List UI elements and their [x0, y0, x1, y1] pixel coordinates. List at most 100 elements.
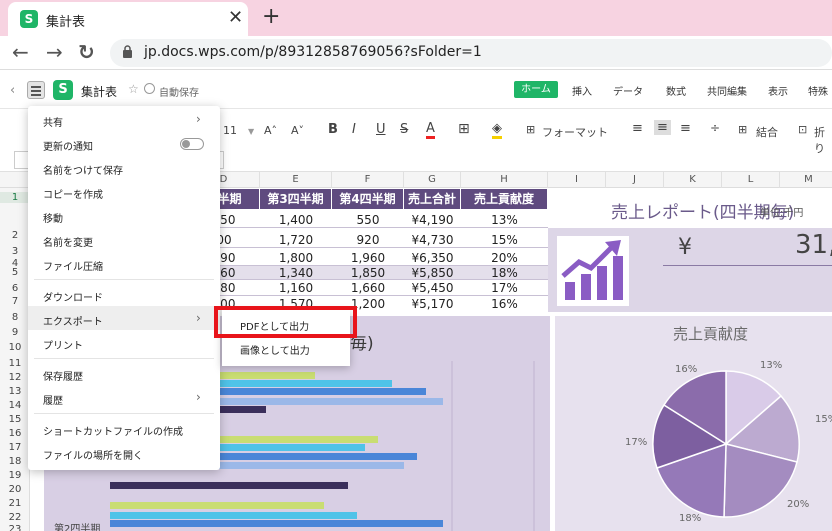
menu-item-save-history[interactable]: 保存履歴	[43, 368, 83, 383]
row-header[interactable]: 5	[0, 267, 30, 278]
row-header[interactable]: 10	[0, 342, 30, 353]
column-header[interactable]: M	[780, 172, 832, 188]
address-bar[interactable]: jp.docs.wps.com/p/89312858769056?sFolder…	[110, 39, 832, 67]
row-header[interactable]: 8	[0, 312, 30, 323]
ribbon-tab-formulas[interactable]: 数式	[666, 83, 686, 98]
table-cell[interactable]: ¥5,170	[404, 296, 461, 310]
fill-color-button[interactable]: ◈	[492, 121, 502, 139]
table-cell[interactable]: 550	[332, 212, 404, 228]
table-cell[interactable]: 1,960	[332, 250, 404, 266]
table-cell[interactable]: 1,160	[260, 280, 332, 296]
row-header[interactable]: 7	[0, 296, 30, 307]
ribbon-tab-view[interactable]: 表示	[768, 83, 788, 98]
row-header[interactable]: 6	[0, 283, 30, 294]
row-header[interactable]: 11	[0, 358, 30, 369]
table-cell[interactable]: 1,800	[260, 250, 332, 266]
table-cell[interactable]: 1,660	[332, 280, 404, 296]
align-right-icon[interactable]: ≡	[680, 121, 691, 136]
table-cell[interactable]: 15%	[461, 232, 548, 248]
row-header[interactable]: 9	[0, 327, 30, 338]
table-cell[interactable]: ¥6,350	[404, 250, 461, 266]
browser-tab[interactable]: S 集計表 ✕	[8, 2, 248, 36]
row-header[interactable]: 12	[0, 372, 30, 383]
decrease-font-button[interactable]: A˅	[291, 124, 304, 137]
ribbon-tab-data[interactable]: データ	[613, 83, 643, 98]
table-cell[interactable]: 1,720	[260, 232, 332, 248]
row-header[interactable]: 14	[0, 400, 30, 411]
table-cell[interactable]: ¥4,190	[404, 212, 461, 228]
table-cell[interactable]: 18%	[461, 266, 548, 280]
align-left-icon[interactable]: ≡	[632, 121, 643, 136]
row-header[interactable]: 16	[0, 428, 30, 439]
row-header[interactable]: 13	[0, 386, 30, 397]
column-header[interactable]: H	[461, 172, 548, 188]
align-center-icon[interactable]: ≡	[654, 120, 671, 135]
ribbon-tab-special[interactable]: 特殊	[808, 83, 828, 98]
back-arrow-icon[interactable]: ←	[12, 40, 29, 64]
row-header[interactable]: 18	[0, 456, 30, 467]
increase-font-button[interactable]: A˄	[264, 124, 277, 137]
row-header[interactable]: 22	[0, 512, 30, 523]
menu-item-make-copy[interactable]: コピーを作成	[43, 186, 103, 201]
table-cell[interactable]: 1,850	[332, 266, 404, 280]
column-header[interactable]: L	[722, 172, 780, 188]
document-title[interactable]: 集計表	[81, 83, 117, 100]
export-image-item[interactable]: 画像として出力	[240, 342, 310, 357]
table-cell[interactable]: ¥4,730	[404, 232, 461, 248]
forward-arrow-icon[interactable]: →	[46, 40, 63, 64]
menu-item-rename[interactable]: 名前を変更	[43, 234, 93, 249]
ribbon-tab-home[interactable]: ホーム	[514, 81, 558, 98]
new-tab-button[interactable]: +	[262, 4, 280, 29]
menu-item-share[interactable]: 共有	[43, 114, 63, 129]
table-cell[interactable]: 13%	[461, 212, 548, 228]
vertical-align-icon[interactable]: ÷	[710, 121, 720, 135]
column-header[interactable]: F	[332, 172, 404, 188]
italic-button[interactable]: I	[352, 122, 356, 137]
close-tab-icon[interactable]: ✕	[228, 7, 243, 28]
table-cell[interactable]: 1,340	[260, 266, 332, 280]
menu-item-save-as[interactable]: 名前をつけて保存	[43, 162, 123, 177]
row-header[interactable]: 15	[0, 414, 30, 425]
menu-item-download[interactable]: ダウンロード	[43, 289, 103, 304]
chevron-down-icon[interactable]: ▼	[248, 127, 254, 136]
column-header[interactable]: J	[606, 172, 664, 188]
table-cell[interactable]: 16%	[461, 296, 548, 310]
column-header[interactable]: K	[664, 172, 722, 188]
column-header[interactable]: I	[548, 172, 606, 188]
app-back-icon[interactable]: ‹	[10, 83, 15, 98]
table-header[interactable]: 売上合計	[404, 189, 461, 209]
border-button[interactable]: ⊞	[458, 121, 470, 137]
pie-chart-panel[interactable]: 16% 13% 15% 20% 18% 17%	[555, 316, 832, 531]
table-cell[interactable]: ¥5,850	[404, 266, 461, 280]
notify-toggle[interactable]	[180, 138, 204, 150]
row-header[interactable]: 20	[0, 484, 30, 495]
menu-item-open-location[interactable]: ファイルの場所を開く	[43, 447, 143, 462]
menu-item-history[interactable]: 履歴	[43, 392, 63, 407]
ribbon-tab-insert[interactable]: 挿入	[572, 83, 592, 98]
merge-button[interactable]: 結合	[756, 124, 778, 140]
font-color-button[interactable]: A	[426, 121, 435, 139]
table-cell[interactable]: 17%	[461, 280, 548, 296]
row-header[interactable]: 23	[0, 524, 30, 531]
table-cell[interactable]: 1,400	[260, 212, 332, 228]
menu-item-update-notify[interactable]: 更新の通知	[43, 138, 93, 153]
menu-item-print[interactable]: プリント	[43, 337, 83, 352]
row-header[interactable]: 17	[0, 442, 30, 453]
format-button[interactable]: フォーマット	[542, 124, 608, 140]
font-size-select[interactable]: 11	[223, 124, 237, 137]
menu-item-create-shortcut[interactable]: ショートカットファイルの作成	[43, 423, 183, 438]
reload-icon[interactable]: ↻	[78, 40, 95, 64]
strikethrough-button[interactable]: S	[400, 122, 408, 137]
star-icon[interactable]: ☆	[128, 82, 139, 96]
menu-item-export[interactable]: エクスポート	[43, 313, 103, 328]
file-menu-button[interactable]	[27, 81, 45, 99]
underline-button[interactable]: U	[376, 122, 386, 137]
menu-item-compress[interactable]: ファイル圧縮	[43, 258, 103, 273]
table-cell[interactable]: 20%	[461, 250, 548, 266]
table-header[interactable]: 第3四半期	[260, 189, 332, 209]
row-header[interactable]: 2	[0, 230, 30, 241]
bold-button[interactable]: B	[328, 122, 338, 137]
row-header[interactable]: 19	[0, 470, 30, 481]
row-header[interactable]: 21	[0, 498, 30, 509]
row-header[interactable]: 1	[0, 192, 30, 203]
